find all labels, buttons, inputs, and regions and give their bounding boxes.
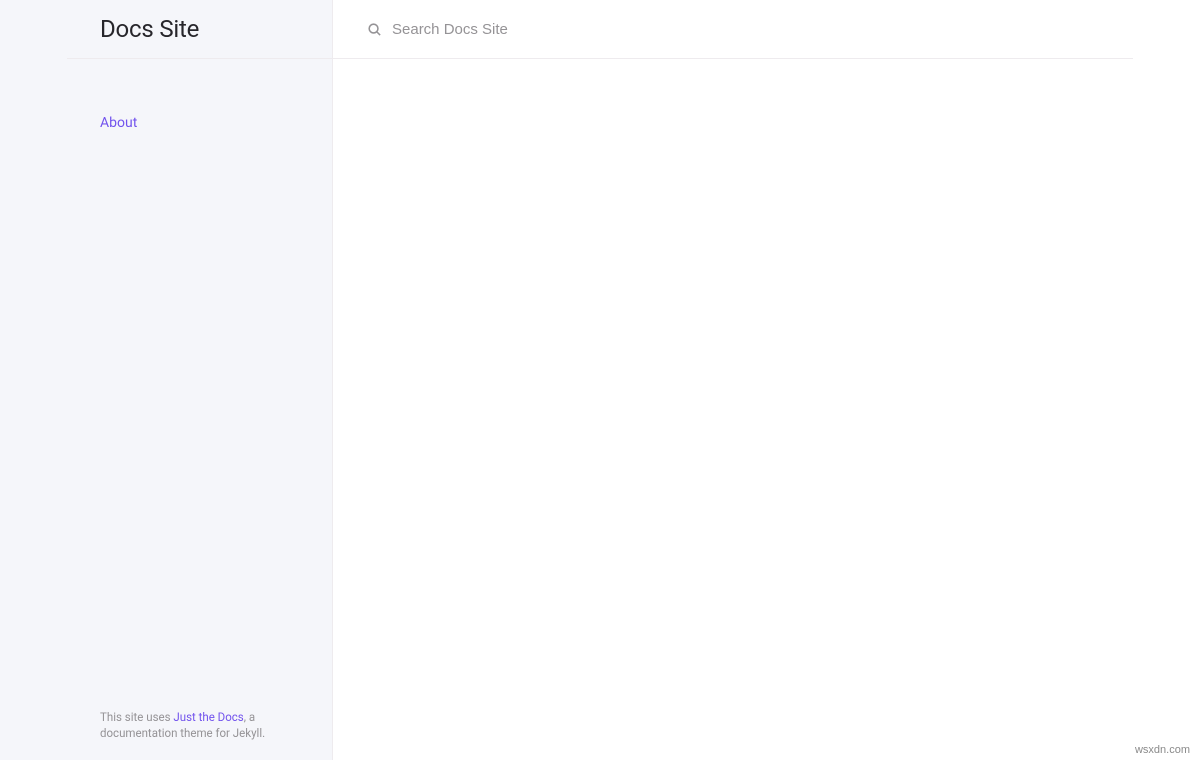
footer-prefix: This site uses: [100, 710, 173, 724]
sidebar-header: Docs Site: [67, 0, 332, 59]
search-wrap: [367, 21, 1133, 38]
sidebar: Docs Site About This site uses Just the …: [67, 0, 333, 760]
topbar: [333, 0, 1133, 59]
main-content: [333, 59, 1200, 760]
page-root: Docs Site About This site uses Just the …: [0, 0, 1200, 760]
sidebar-footer: This site uses Just the Docs, a document…: [67, 709, 332, 760]
site-title[interactable]: Docs Site: [100, 15, 199, 43]
sidebar-item-about[interactable]: About: [67, 107, 332, 139]
left-gutter: [0, 0, 67, 760]
search-input[interactable]: [392, 21, 1133, 38]
sidebar-nav: About: [67, 59, 332, 709]
watermark: wsxdn.com: [1135, 744, 1190, 756]
search-icon: [367, 22, 382, 37]
footer-theme-link[interactable]: Just the Docs: [173, 710, 243, 724]
main-area: [333, 0, 1200, 760]
